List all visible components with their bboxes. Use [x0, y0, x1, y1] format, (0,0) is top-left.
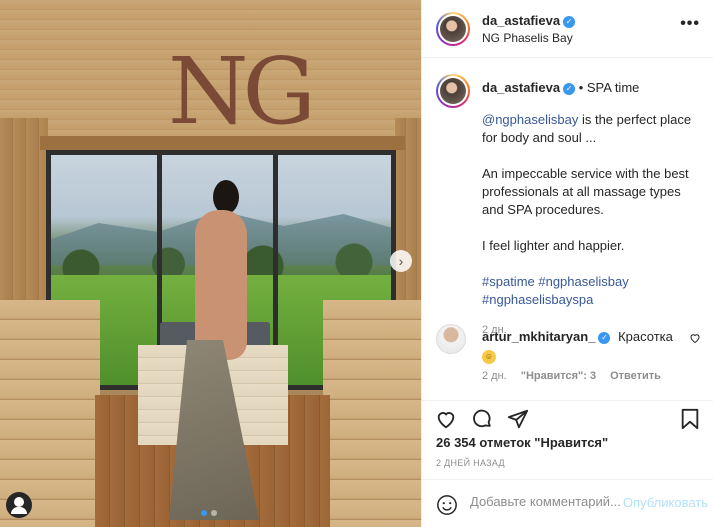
like-heart-icon[interactable]	[434, 407, 458, 431]
comment-input[interactable]	[470, 494, 620, 509]
post-actions: 26 354 отметок "Нравится" 2 ДНЕЙ НАЗАД О…	[422, 400, 713, 520]
mention-link[interactable]: @ngphaselisbay	[482, 112, 578, 127]
ng-logo: NG	[168, 38, 316, 145]
person-silhouette	[165, 180, 265, 520]
carousel-dot	[211, 510, 217, 516]
carousel-indicator	[201, 510, 217, 516]
person-body	[195, 210, 247, 360]
chevron-right-icon: ›	[398, 253, 404, 269]
caption-username[interactable]: da_astafieva	[482, 80, 560, 95]
post-location[interactable]: NG Phaselis Bay	[482, 31, 575, 45]
caption-author-avatar[interactable]	[436, 74, 470, 108]
caption-area: da_astafieva ✓ • SPA time @ngphaselisbay …	[422, 60, 713, 400]
person-head	[213, 180, 239, 214]
caption-title: SPA time	[586, 80, 640, 95]
commenter-avatar[interactable]	[436, 324, 466, 354]
author-username[interactable]: da_astafieva	[482, 13, 560, 28]
smiling-face-emoji-icon: ☺	[482, 350, 496, 364]
post-photo[interactable]: NG ›	[0, 0, 421, 527]
bench-right	[323, 300, 421, 527]
window-frame-top	[46, 150, 396, 155]
caption-text: @ngphaselisbay is the perfect place for …	[482, 111, 704, 339]
save-bookmark-icon[interactable]	[678, 407, 702, 431]
hashtags-line-2[interactable]: #ngphaselisbayspa	[482, 291, 704, 309]
comment-likes[interactable]: "Нравится": 3	[521, 370, 596, 382]
caption-paragraph-3: I feel lighter and happier.	[482, 238, 625, 253]
verified-badge-icon: ✓	[563, 16, 576, 28]
commenter-username[interactable]: artur_mkhitaryan_	[482, 329, 595, 344]
verified-badge-icon: ✓	[563, 83, 576, 95]
likes-count[interactable]: 26 354 отметок "Нравится"	[436, 435, 608, 450]
comment-body: artur_mkhitaryan_ ✓ Красотка ☺	[482, 328, 682, 364]
post-viewer: NG › da_astafieva ✓ NG Phaselis Bay ••• …	[0, 0, 713, 527]
reply-button[interactable]: Ответить	[610, 370, 661, 382]
comment-text: Красотка	[618, 329, 673, 344]
add-comment-bar: Опубликовать	[422, 479, 713, 527]
comment-bubble-icon[interactable]	[470, 407, 494, 431]
caption-paragraph-2: An impeccable service with the best prof…	[482, 166, 689, 217]
comment-meta: 2 дн. "Нравится": 3 Ответить	[482, 370, 661, 382]
carousel-dot-active	[201, 510, 207, 516]
publish-comment-button[interactable]: Опубликовать	[623, 495, 708, 510]
post-sidebar: da_astafieva ✓ NG Phaselis Bay ••• da_ast…	[421, 0, 713, 527]
author-avatar[interactable]	[436, 12, 470, 46]
post-timestamp: 2 ДНЕЙ НАЗАД	[436, 458, 505, 468]
comment-time: 2 дн.	[482, 370, 507, 382]
more-options-icon[interactable]: •••	[680, 15, 700, 33]
caption-separator: •	[578, 80, 584, 95]
towel	[169, 340, 259, 520]
tagged-users-icon[interactable]	[6, 492, 32, 518]
emoji-picker-icon[interactable]	[436, 494, 458, 516]
comment-like-icon[interactable]	[689, 332, 701, 347]
hashtags-line-1[interactable]: #spatime #ngphaselisbay	[482, 273, 704, 291]
post-header: da_astafieva ✓ NG Phaselis Bay •••	[422, 0, 713, 58]
verified-badge-icon: ✓	[598, 332, 611, 344]
share-paper-plane-icon[interactable]	[506, 407, 530, 431]
next-slide-button[interactable]: ›	[390, 250, 412, 272]
